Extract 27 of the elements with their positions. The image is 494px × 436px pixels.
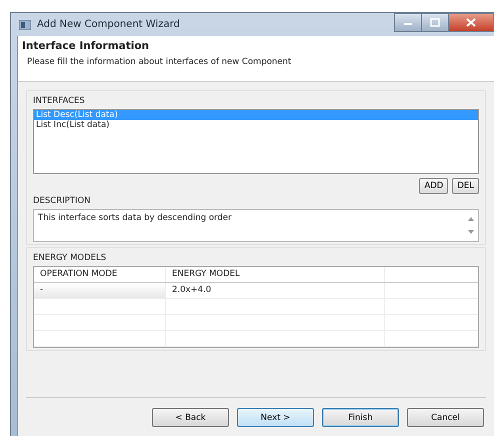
- section-label: INTERFACES: [33, 96, 85, 106]
- close-button[interactable]: [448, 13, 494, 32]
- maximize-icon: [430, 18, 440, 27]
- table-cell[interactable]: -: [34, 283, 166, 298]
- small-button[interactable]: ADD: [419, 178, 448, 194]
- section-label: DESCRIPTION: [33, 196, 91, 206]
- scroll-down-icon[interactable]: [468, 230, 474, 234]
- wizard-button[interactable]: Finish: [322, 408, 399, 427]
- small-button[interactable]: DEL: [452, 178, 479, 194]
- maximize-button[interactable]: [421, 13, 449, 32]
- minimize-button[interactable]: [394, 13, 422, 32]
- window-title: Add New Component Wizard: [37, 19, 180, 30]
- section-label: ENERGY MODELS: [33, 253, 106, 263]
- description-field[interactable]: This interface sorts data by descending order: [33, 209, 479, 242]
- table-cell[interactable]: 2.0x+4.0: [166, 283, 385, 298]
- page-title: Interface Information: [22, 40, 150, 52]
- column-header: ENERGY MODEL: [166, 267, 385, 282]
- app-icon: [19, 20, 31, 30]
- interface-list[interactable]: List Desc(List data) List Inc(List data): [33, 109, 479, 174]
- scroll-up-icon[interactable]: [468, 217, 474, 221]
- wizard-button[interactable]: Cancel: [407, 408, 484, 427]
- list-item[interactable]: List Inc(List data): [34, 120, 478, 130]
- close-icon: [466, 18, 476, 27]
- page-subtitle: Please fill the information about interfaces of new Component: [27, 57, 292, 67]
- column-header: OPERATION MODE: [34, 267, 166, 282]
- wizard-button[interactable]: < Back: [152, 408, 229, 427]
- wizard-button[interactable]: Next >: [237, 408, 314, 427]
